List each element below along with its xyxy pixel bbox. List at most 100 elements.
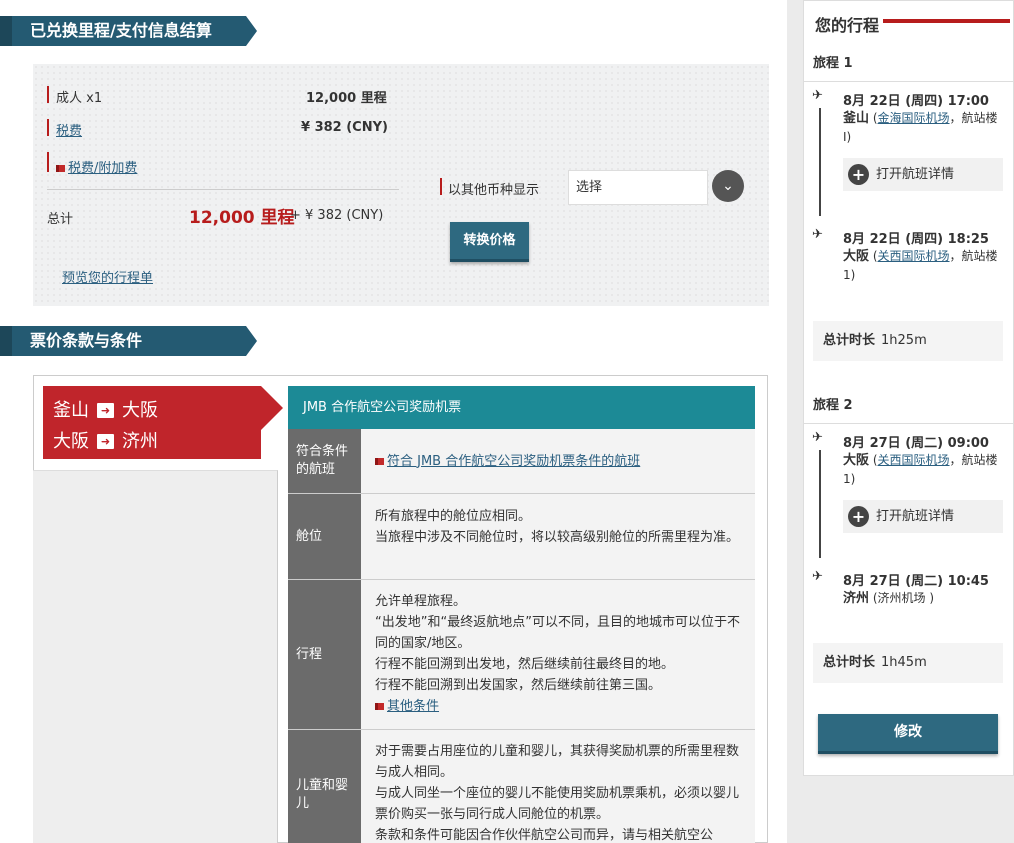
divider xyxy=(47,189,399,190)
tax-value: ¥ 382 (CNY) xyxy=(301,120,388,135)
title-rule xyxy=(880,19,1010,23)
preview-itinerary-link[interactable]: 预览您的行程单 xyxy=(62,267,153,286)
details-label: 打开航班详情 xyxy=(876,167,955,182)
row-body: 符合 JMB 合作航空公司奖励机票条件的航班 xyxy=(361,429,755,493)
row-text: 行程不能回溯到出发国家，然后继续前往第三国。 xyxy=(375,678,662,693)
trip-1-details-button[interactable]: + 打开航班详情 xyxy=(843,158,1003,191)
row-header: 行程 xyxy=(288,580,361,729)
table-title: JMB 合作航空公司奖励机票 xyxy=(288,386,755,429)
itinerary-title: 您的行程 xyxy=(815,12,884,36)
arrow-right-icon: ➜ xyxy=(97,403,114,418)
route-list: 釜山 ➜ 大阪 大阪 ➜ 济州 xyxy=(43,386,283,459)
landing-plane-icon: ✈ xyxy=(812,569,823,584)
trip-1-departure-time: 8月 22日 (周四) 17:00 xyxy=(843,94,989,109)
city-name: 济州 xyxy=(843,591,870,606)
total-label: 总计 xyxy=(47,212,74,227)
city-name: 釜山 xyxy=(843,111,870,126)
link-marker-icon xyxy=(375,703,384,710)
trip-2-arrival-city: 济州 (济州机场 ) xyxy=(843,589,1008,608)
route-origin: 釜山 xyxy=(53,400,89,421)
modify-button[interactable]: 修改 xyxy=(818,714,998,754)
adult-label: 成人 x1 xyxy=(56,91,103,106)
table-row: 儿童和婴儿 对于需要占用座位的儿童和婴儿，其获得奖励机票的所需里程数与成人相同。… xyxy=(288,730,755,843)
row-body: 允许单程旅程。 “出发地”和“最终返航地点”可以不同，且目的地城市可以位于不同的… xyxy=(361,580,755,729)
row-header: 儿童和婴儿 xyxy=(288,730,361,843)
route-destination: 济州 xyxy=(122,431,158,452)
city-name: 大阪 xyxy=(843,249,870,264)
trip-1-arrival-city: 大阪 (关西国际机场，航站楼 1) xyxy=(843,249,998,282)
route-sidebar xyxy=(33,470,278,843)
flight-line xyxy=(819,108,821,216)
eligible-flights-link[interactable]: 符合 JMB 合作航空公司奖励机票条件的航班 xyxy=(387,451,640,472)
fare-terms-table: JMB 合作航空公司奖励机票 符合条件的航班 符合 JMB 合作航空公司奖励机票… xyxy=(288,386,755,843)
trip-divider xyxy=(803,81,1014,82)
adult-miles-value: 12,000 里程 xyxy=(306,91,387,106)
trip-1-arrival-time: 8月 22日 (周四) 18:25 xyxy=(843,232,989,247)
table-row: 符合条件的航班 符合 JMB 合作航空公司奖励机票条件的航班 xyxy=(288,429,755,494)
duration-value: 1h45m xyxy=(881,655,927,670)
landing-plane-icon: ✈ xyxy=(812,227,823,242)
row-text: 对于需要占用座位的儿童和婴儿，其获得奖励机票的所需里程数与成人相同。 xyxy=(375,744,740,780)
details-label: 打开航班详情 xyxy=(876,509,955,524)
label-marker xyxy=(47,152,49,172)
row-text: “出发地”和“最终返航地点”可以不同，且目的地城市可以位于不同的国家/地区。 xyxy=(375,615,740,651)
row-text: 行程不能回溯到出发地，然后继续前往最终目的地。 xyxy=(375,657,675,672)
row-text: 所有旅程中的舱位应相同。 xyxy=(375,509,532,524)
currency-label: 以其他币种显示 xyxy=(448,183,540,198)
surcharge-link[interactable]: 税费/附加费 xyxy=(68,161,137,176)
terms-section-heading: 票价条款与条件 xyxy=(0,326,257,356)
duration-label: 总计时长 xyxy=(823,655,876,670)
plus-circle-icon: + xyxy=(848,164,869,185)
takeoff-plane-icon: ✈ xyxy=(812,430,823,445)
route-origin: 大阪 xyxy=(53,431,89,452)
trip-2-name: 旅程 2 xyxy=(813,398,853,413)
route-2: 大阪 ➜ 济州 xyxy=(53,427,158,453)
label-marker xyxy=(47,86,49,103)
trip-2-duration: 总计时长 1h45m xyxy=(813,643,1003,683)
city-name: 大阪 xyxy=(843,453,870,468)
row-text: 与成人同坐一个座位的婴儿不能使用奖励机票乘机，必须以婴儿票价购买一张与同行成人同… xyxy=(375,786,740,822)
plus-circle-icon: + xyxy=(848,506,869,527)
link-marker-icon xyxy=(375,457,384,465)
duration-value: 1h25m xyxy=(881,333,927,348)
total-miles: 12,000 里程 xyxy=(189,208,295,228)
trip-2-departure-city: 大阪 (关西国际机场，航站楼 1) xyxy=(843,453,998,486)
route-1: 釜山 ➜ 大阪 xyxy=(53,396,158,422)
tax-link[interactable]: 税费 xyxy=(56,120,82,139)
row-body: 所有旅程中的舱位应相同。 当旅程中涉及不同舱位时，将以较高级别舱位的所需里程为准… xyxy=(361,494,755,579)
table-row: 行程 允许单程旅程。 “出发地”和“最终返航地点”可以不同，且目的地城市可以位于… xyxy=(288,580,755,730)
trip-2-details-button[interactable]: + 打开航班详情 xyxy=(843,500,1003,533)
convert-price-button[interactable]: 转换价格 xyxy=(450,222,529,262)
flight-line xyxy=(819,450,821,558)
takeoff-plane-icon: ✈ xyxy=(812,88,823,103)
trip-1-departure-city: 釜山 (金海国际机场，航站楼 I) xyxy=(843,111,998,144)
duration-label: 总计时长 xyxy=(823,333,876,348)
row-text: 当旅程中涉及不同舱位时，将以较高级别舱位的所需里程为准。 xyxy=(375,530,740,545)
airport-link[interactable]: 关西国际机场 xyxy=(878,249,950,263)
table-row: 舱位 所有旅程中的舱位应相同。 当旅程中涉及不同舱位时，将以较高级别舱位的所需里… xyxy=(288,494,755,580)
trip-divider xyxy=(803,423,1014,424)
label-marker xyxy=(47,119,49,136)
row-body: 对于需要占用座位的儿童和婴儿，其获得奖励机票的所需里程数与成人相同。 与成人同坐… xyxy=(361,730,755,843)
chevron-down-icon[interactable]: ⌄ xyxy=(712,170,744,202)
label-marker xyxy=(440,178,442,195)
row-header: 符合条件的航班 xyxy=(288,429,361,493)
row-header: 舱位 xyxy=(288,494,361,579)
trip-1-name: 旅程 1 xyxy=(813,56,853,71)
other-conditions-link[interactable]: 其他条件 xyxy=(387,699,439,714)
trip-2-arrival-time: 8月 27日 (周二) 10:45 xyxy=(843,574,989,589)
surcharge-row: 税费/附加费 xyxy=(56,157,137,176)
payment-section-heading: 已兑换里程/支付信息结算 xyxy=(0,16,257,46)
row-text: 条款和条件可能因合作伙伴航空公司而异，请与相关航空公 xyxy=(375,828,714,843)
currency-select[interactable]: 选择 xyxy=(568,170,708,205)
trip-1-duration: 总计时长 1h25m xyxy=(813,321,1003,361)
route-destination: 大阪 xyxy=(122,400,158,421)
trip-2-departure-time: 8月 27日 (周二) 09:00 xyxy=(843,436,989,451)
link-marker-icon xyxy=(56,165,65,172)
row-text: 允许单程旅程。 xyxy=(375,594,467,609)
airport-link[interactable]: 金海国际机场 xyxy=(878,111,950,125)
airport-text: (济州机场 ) xyxy=(872,591,935,605)
total-extra: + ¥ 382 (CNY) xyxy=(290,208,384,223)
arrow-right-icon: ➜ xyxy=(97,434,114,449)
airport-link[interactable]: 关西国际机场 xyxy=(878,453,950,467)
